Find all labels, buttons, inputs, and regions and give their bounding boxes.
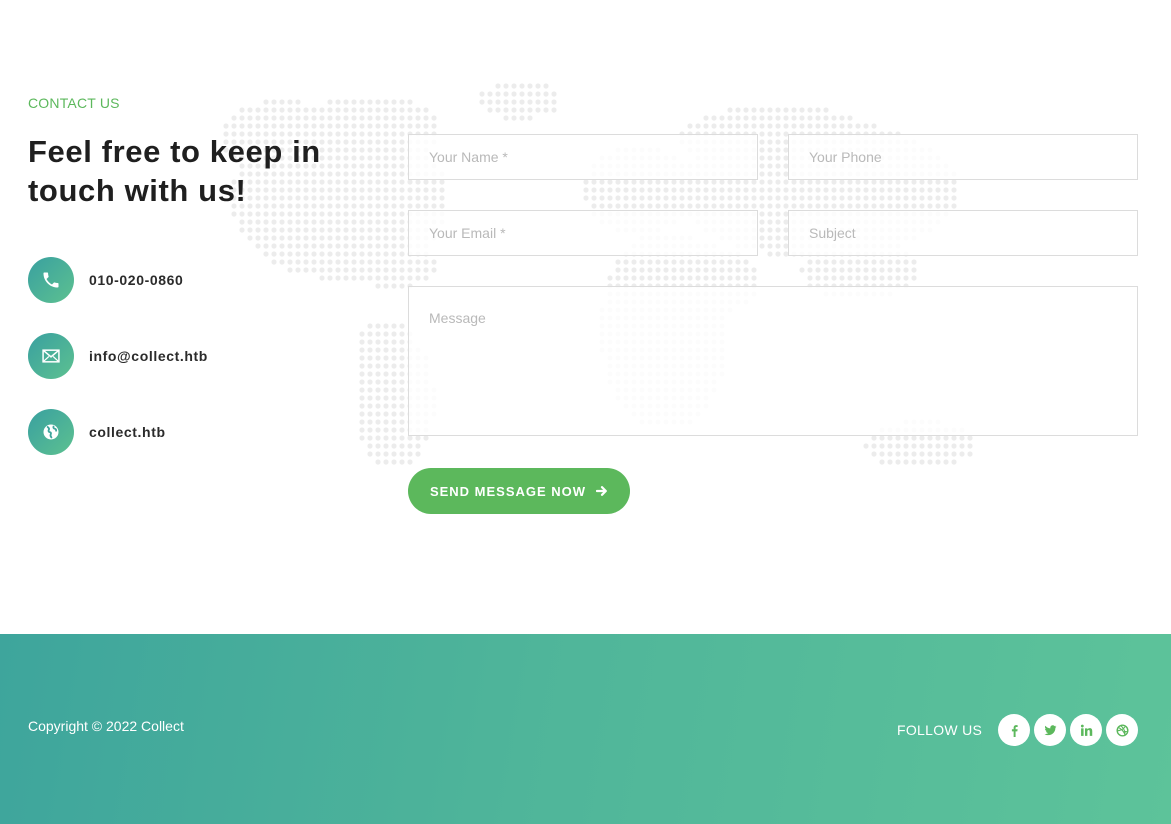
- contact-phone: 010-020-0860: [28, 257, 183, 303]
- message-textarea[interactable]: Message: [408, 286, 1138, 436]
- phone-icon: [28, 257, 74, 303]
- contact-website: collect.htb: [28, 409, 166, 455]
- arrow-right-icon: [596, 486, 607, 496]
- subject-input[interactable]: Subject: [788, 210, 1138, 256]
- send-message-button[interactable]: SEND MESSAGE NOW: [408, 468, 630, 514]
- site-footer: Copyright © 2022 Collect FOLLOW US: [0, 634, 1171, 824]
- website-url[interactable]: collect.htb: [89, 424, 166, 440]
- contact-email: info@collect.htb: [28, 333, 208, 379]
- page: CONTACT US Feel free to keep in touch wi…: [0, 0, 1171, 824]
- phone-number[interactable]: 010-020-0860: [89, 272, 183, 288]
- section-heading: Feel free to keep in touch with us!: [28, 134, 321, 208]
- phone-input[interactable]: Your Phone: [788, 134, 1138, 180]
- follow-us-label: FOLLOW US: [897, 722, 983, 738]
- twitter-icon[interactable]: [1034, 714, 1066, 746]
- facebook-icon[interactable]: [998, 714, 1030, 746]
- name-input[interactable]: Your Name *: [408, 134, 758, 180]
- globe-icon: [28, 409, 74, 455]
- email-input[interactable]: Your Email *: [408, 210, 758, 256]
- email-address[interactable]: info@collect.htb: [89, 348, 208, 364]
- send-message-label: SEND MESSAGE NOW: [429, 483, 587, 499]
- section-eyebrow: CONTACT US: [28, 95, 120, 111]
- linkedin-icon[interactable]: [1070, 714, 1102, 746]
- dribbble-icon[interactable]: [1106, 714, 1138, 746]
- copyright-text: Copyright © 2022 Collect: [28, 718, 184, 734]
- envelope-icon: [28, 333, 74, 379]
- contact-section: CONTACT US Feel free to keep in touch wi…: [0, 0, 1171, 634]
